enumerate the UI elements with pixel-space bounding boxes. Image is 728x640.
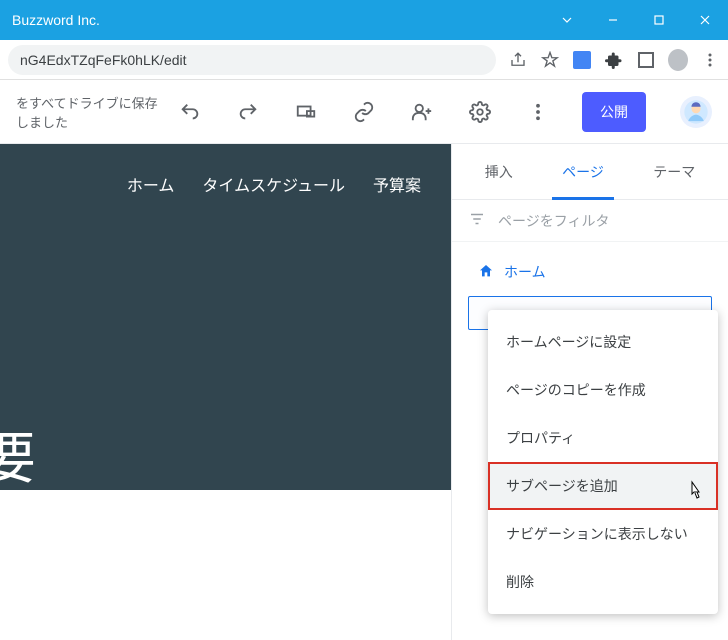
window-titlebar: Buzzword Inc. [0, 0, 728, 40]
canvas-body[interactable] [0, 490, 451, 640]
panel-icon[interactable] [636, 50, 656, 70]
page-item-home[interactable]: ホーム [468, 260, 712, 284]
puzzle-icon[interactable] [604, 50, 624, 70]
star-icon[interactable] [540, 50, 560, 70]
profile-icon[interactable] [668, 50, 688, 70]
filter-placeholder: ページをフィルタ [498, 211, 609, 231]
save-status: をすべてドライブに保存しました [16, 93, 170, 131]
nav-item[interactable]: ホーム [127, 172, 175, 196]
page-context-menu: ホームページに設定 ページのコピーを作成 プロパティ サブページを追加 ナビゲー… [488, 310, 718, 614]
menu-hide-navigation[interactable]: ナビゲーションに表示しない [488, 510, 718, 558]
home-icon [478, 263, 494, 282]
nav-item[interactable]: 予算案 [373, 172, 421, 196]
editor-toolbar: をすべてドライブに保存しました 公開 [0, 80, 728, 144]
share-icon[interactable] [508, 50, 528, 70]
panel-tabs: 挿入 ページ テーマ [452, 144, 728, 200]
menu-set-homepage[interactable]: ホームページに設定 [488, 318, 718, 366]
editor-canvas[interactable]: ホーム タイムスケジュール 予算案 要 [0, 144, 452, 640]
more-button[interactable] [518, 92, 558, 132]
menu-delete[interactable]: 削除 [488, 558, 718, 606]
url-input[interactable] [8, 45, 496, 75]
maximize-button[interactable] [636, 0, 682, 40]
extension-icon[interactable] [572, 50, 592, 70]
menu-add-subpage[interactable]: サブページを追加 [488, 462, 718, 510]
link-button[interactable] [344, 92, 384, 132]
preview-button[interactable] [286, 92, 326, 132]
user-avatar[interactable] [680, 96, 712, 128]
add-collaborator-button[interactable] [402, 92, 442, 132]
minimize-button[interactable] [590, 0, 636, 40]
window-title: Buzzword Inc. [12, 12, 544, 28]
close-button[interactable] [682, 0, 728, 40]
settings-button[interactable] [460, 92, 500, 132]
tab-pages[interactable]: ページ [558, 146, 608, 198]
menu-properties[interactable]: プロパティ [488, 414, 718, 462]
undo-button[interactable] [170, 92, 210, 132]
nav-item[interactable]: タイムスケジュール [202, 172, 345, 196]
browser-urlbar [0, 40, 728, 80]
tab-theme[interactable]: テーマ [649, 146, 699, 198]
page-label: ホーム [504, 262, 546, 282]
tab-insert[interactable]: 挿入 [481, 146, 517, 198]
cursor-icon [686, 480, 704, 507]
browser-menu-icon[interactable] [700, 50, 720, 70]
page-title[interactable]: 要 [0, 414, 38, 495]
site-nav: ホーム タイムスケジュール 予算案 [0, 144, 451, 196]
redo-button[interactable] [228, 92, 268, 132]
filter-icon [468, 210, 486, 231]
publish-button[interactable]: 公開 [582, 92, 646, 132]
window-dropdown-icon[interactable] [544, 0, 590, 40]
page-filter[interactable]: ページをフィルタ [452, 200, 728, 242]
window-controls [544, 0, 728, 40]
menu-copy-page[interactable]: ページのコピーを作成 [488, 366, 718, 414]
